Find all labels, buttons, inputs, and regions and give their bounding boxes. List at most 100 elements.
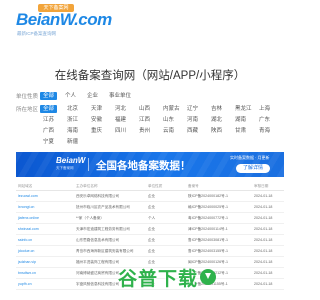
- table-cell: 2024-01-18: [254, 227, 273, 231]
- table-cell: 企业: [148, 227, 156, 231]
- region-option[interactable]: 新疆: [64, 138, 88, 146]
- region-option[interactable]: 福建: [112, 116, 136, 124]
- type-option[interactable]: 事业单位: [106, 92, 134, 100]
- table-row[interactable]: shxinzai.com 天津市宏迪建筑工程劳务有限公司 企业 津ICP备202400…: [16, 224, 284, 235]
- table-row[interactable]: lezuowl.com 西安乐卓网络科技有限公司 企业 陕ICP备2024000182…: [16, 191, 284, 202]
- region-options: 全部 北京 天津 河北 山西 内蒙古 辽宁 吉林 黑龙江 上海江苏 浙江 安徽 福建 江西 山东 河南 湖北 湖南…: [40, 105, 286, 146]
- banner-caption: 实时备案数据 · 月更新: [230, 155, 270, 160]
- domain-link[interactable]: jiafenx.online: [16, 213, 74, 223]
- region-option[interactable]: 江西: [136, 116, 160, 124]
- table-cell: 2024-01-18: [254, 238, 273, 242]
- banner-logo: BeianW: [56, 156, 86, 165]
- table-header: 网站域名 主办单位名称 单位性质 备案号 审核日期: [16, 182, 284, 191]
- domain-link[interactable]: jsdzhan.vip: [16, 257, 74, 267]
- table-cell: 津ICP备2024000114号-1: [188, 227, 228, 231]
- column-header: 备案号: [188, 184, 199, 188]
- table-cell: 个人: [148, 216, 156, 220]
- column-header: 审核日期: [254, 184, 269, 188]
- type-filter-label: 单位性质: [16, 94, 39, 100]
- region-option[interactable]: 西藏: [184, 127, 208, 135]
- region-option[interactable]: 陕西: [208, 127, 232, 135]
- region-option[interactable]: 上海: [256, 105, 280, 113]
- table-cell: 企业: [148, 249, 156, 253]
- table-cell: 企业: [148, 194, 156, 198]
- domain-link[interactable]: jdoolue.cn: [16, 246, 74, 256]
- filter-panel: 单位性质 全部 个人 企业 事业单位 所在地区 全部 北京 天津 河北 山西 内蒙古 辽宁 吉林 黑龙…: [16, 92, 286, 146]
- table-cell: 2024-01-18: [254, 249, 273, 253]
- type-option[interactable]: 全部: [40, 92, 58, 100]
- table-cell: **家（个人备案）: [76, 216, 104, 220]
- region-option[interactable]: 江苏: [40, 116, 64, 124]
- domain-link[interactable]: shxinzai.com: [16, 224, 74, 234]
- table-cell: 企业: [148, 205, 156, 209]
- watermark: 谷普下载: [118, 262, 228, 292]
- table-cell: 天津市宏迪建筑工程劳务有限公司: [76, 227, 130, 231]
- table-cell: 企业: [148, 238, 156, 242]
- region-option[interactable]: 贵州: [136, 127, 160, 135]
- region-option[interactable]: 山西: [136, 105, 160, 113]
- column-header: 网站域名: [18, 184, 33, 188]
- table-cell: 粤ICP备2024000772号-1: [188, 216, 228, 220]
- domain-link[interactable]: bnsdtwx.cn: [16, 268, 74, 278]
- domain-link[interactable]: lxnongt.cn: [16, 202, 74, 212]
- domain-link[interactable]: yupfh.cn: [16, 279, 74, 289]
- table-row[interactable]: jiafenx.online **家（个人备案） 个人 粤ICP备2024000772…: [16, 213, 284, 224]
- table-cell: 鲁ICP备2024003081号-1: [188, 238, 228, 242]
- site-logo[interactable]: 天下备案网 BeianW.com 最新ICP备案查询网: [16, 4, 112, 38]
- page-title: 在线备案查询网（网站/APP/小程序）: [54, 70, 246, 82]
- logo-wordmark: BeianW.com: [16, 10, 112, 29]
- region-option[interactable]: 黑龙江: [232, 105, 256, 113]
- watermark-text: 谷普下载: [118, 268, 199, 290]
- region-option[interactable]: 吉林: [208, 105, 232, 113]
- column-header: 主办单位名称: [76, 184, 98, 188]
- region-option[interactable]: 河南: [184, 116, 208, 124]
- region-option[interactable]: 山东: [160, 116, 184, 124]
- region-option[interactable]: 青海: [256, 127, 280, 135]
- table-cell: 2024-01-18: [254, 282, 273, 286]
- table-cell: 西安乐卓网络科技有限公司: [76, 194, 120, 198]
- region-option[interactable]: 北京: [64, 105, 88, 113]
- table-cell: 2024-01-18: [254, 194, 273, 198]
- table-cell: 2024-01-18: [254, 271, 273, 275]
- table-row[interactable]: jdoolue.cn 青岛市西海岸新区建筑安装有限公司 企业 鲁ICP备2024003…: [16, 246, 284, 257]
- region-option[interactable]: 内蒙古: [160, 105, 184, 113]
- region-option[interactable]: 全部: [40, 105, 57, 113]
- domain-link[interactable]: ssinfo.cn: [16, 235, 74, 245]
- table-cell: 鲁ICP备2024003155号-1: [188, 249, 228, 253]
- banner-divider: [88, 158, 89, 171]
- download-icon: [200, 269, 217, 285]
- banner-headline: 全国各地备案数据！: [96, 160, 191, 172]
- table-cell: 山东思路信息技术有限公司: [76, 238, 120, 242]
- learn-more-button[interactable]: 了解详情: [236, 164, 270, 173]
- region-option[interactable]: 天津: [88, 105, 112, 113]
- region-option[interactable]: 浙江: [64, 116, 88, 124]
- table-row[interactable]: lxnongt.cn 抚州市临川区农产品技术有限公司 企业 赣ICP备20240000…: [16, 202, 284, 213]
- table-cell: 陕ICP备2024000182号-1: [188, 194, 228, 198]
- region-option[interactable]: 四川: [112, 127, 136, 135]
- type-filter-row: 单位性质 全部 个人 企业 事业单位: [16, 92, 286, 100]
- region-option[interactable]: 海南: [64, 127, 88, 135]
- type-options: 全部 个人 企业 事业单位: [40, 92, 139, 100]
- banner-logo-sub: 天下备案网: [56, 166, 74, 170]
- region-option[interactable]: 湖南: [232, 116, 256, 124]
- region-filter-label: 所在地区: [16, 107, 39, 113]
- promo-banner[interactable]: BeianW 天下备案网 全国各地备案数据！ 实时备案数据 · 月更新 了解详情: [16, 152, 284, 177]
- region-option[interactable]: 河北: [112, 105, 136, 113]
- region-option[interactable]: 湖北: [208, 116, 232, 124]
- table-cell: 2024-01-18: [254, 205, 273, 209]
- region-option[interactable]: 云南: [160, 127, 184, 135]
- region-option[interactable]: 辽宁: [184, 105, 208, 113]
- region-option[interactable]: 重庆: [88, 127, 112, 135]
- region-option[interactable]: 广西: [40, 127, 64, 135]
- logo-tagline: 最新ICP备案查询网: [17, 31, 57, 36]
- region-option[interactable]: 广东: [256, 116, 280, 124]
- table-cell: 赣ICP备2024000025号-1: [188, 205, 228, 209]
- type-option[interactable]: 个人: [62, 92, 79, 100]
- table-row[interactable]: ssinfo.cn 山东思路信息技术有限公司 企业 鲁ICP备2024003081号-…: [16, 235, 284, 246]
- type-option[interactable]: 企业: [84, 92, 101, 100]
- region-option[interactable]: 宁夏: [40, 138, 64, 146]
- region-option[interactable]: 安徽: [88, 116, 112, 124]
- region-option[interactable]: 甘肃: [232, 127, 256, 135]
- domain-link[interactable]: lezuowl.com: [16, 191, 74, 201]
- table-cell: 2024-01-18: [254, 260, 273, 264]
